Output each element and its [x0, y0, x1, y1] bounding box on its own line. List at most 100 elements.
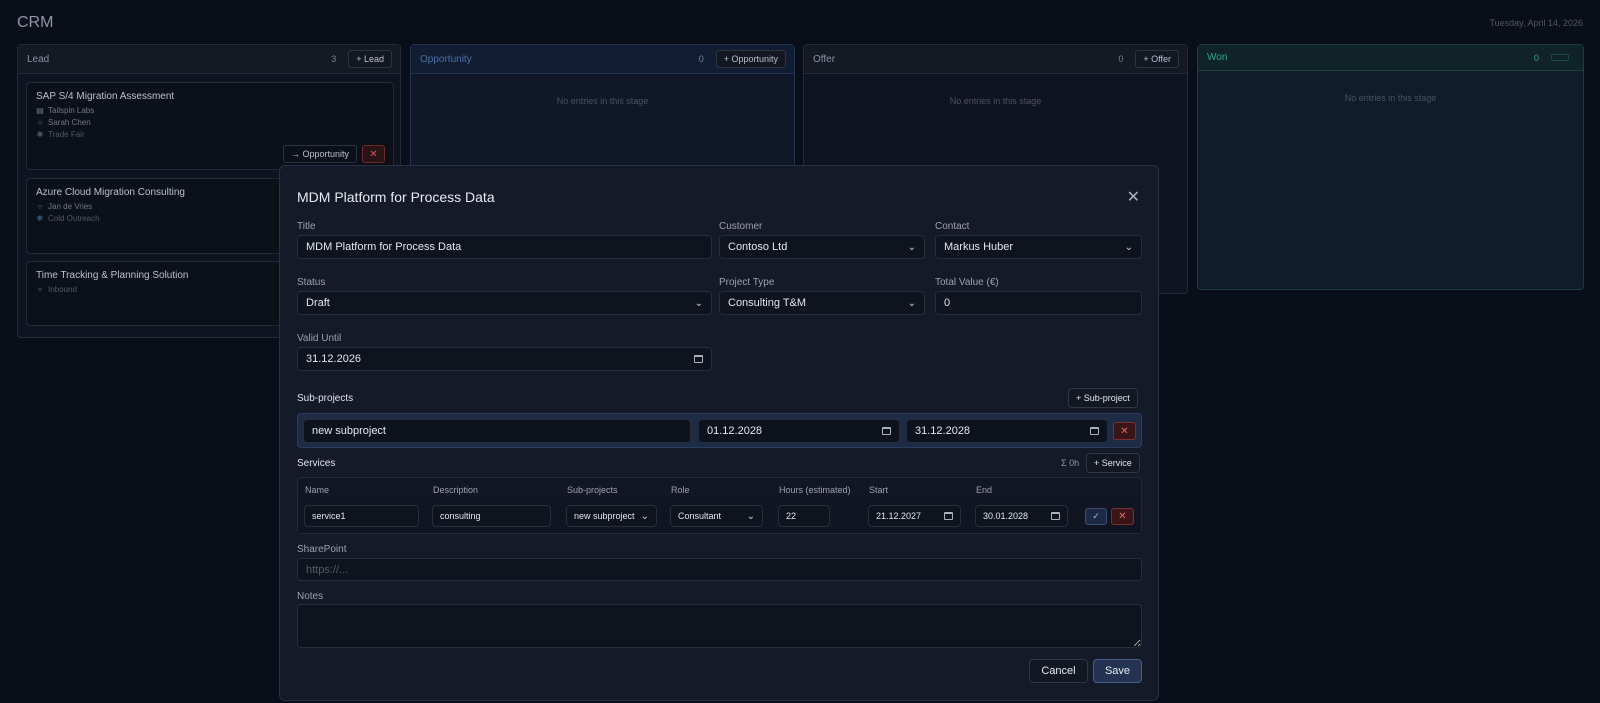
subproject-end: 31.12.2028	[915, 425, 971, 437]
save-button[interactable]: Save	[1093, 659, 1142, 683]
move-to-opportunity-button[interactable]: → Opportunity	[282, 145, 357, 163]
add-subproject-button[interactable]: + Sub-project	[1068, 388, 1138, 408]
app-title: CRM	[17, 14, 54, 31]
source-name: Inbound	[48, 285, 77, 294]
source-name: Cold Outreach	[48, 214, 100, 223]
customer-select[interactable]: Contoso Ltd ⌄	[719, 235, 925, 259]
contact-name: Jan de Vries	[48, 202, 93, 211]
notes-textarea[interactable]	[297, 604, 1142, 648]
service-end-input[interactable]: 30.01.2028	[975, 505, 1068, 527]
contact-select[interactable]: Markus Huber ⌄	[935, 235, 1142, 259]
service-subproject: new subproject	[574, 511, 635, 521]
total-value-value: 0	[944, 297, 951, 309]
valid-until-label: Valid Until	[297, 333, 342, 344]
subproject-start-input[interactable]: 01.12.2028	[698, 419, 900, 443]
user-icon: ○	[37, 202, 43, 211]
cold-icon: ❄	[36, 214, 44, 223]
calendar-icon[interactable]	[694, 355, 703, 363]
column-header-end: End	[976, 485, 993, 495]
project-type-value: Consulting T&M	[728, 297, 807, 309]
source-icon: ✱	[36, 130, 44, 139]
column-won: Won 0 No entries in this stage	[1197, 44, 1584, 290]
delete-subproject-button[interactable]: ✕	[1113, 422, 1136, 440]
status-label: Status	[297, 277, 326, 288]
column-name: Opportunity	[420, 53, 472, 65]
subproject-end-input[interactable]: 31.12.2028	[906, 419, 1108, 443]
subproject-name: new subproject	[312, 425, 386, 437]
lead-card[interactable]: SAP S/4 Migration Assessment ▤ Tailspin …	[26, 82, 394, 170]
title-label: Title	[297, 221, 316, 232]
service-start-input[interactable]: 21.12.2027	[868, 505, 961, 527]
calendar-icon[interactable]	[882, 427, 891, 435]
valid-until-input[interactable]: 31.12.2026	[297, 347, 712, 371]
add-service-button[interactable]: + Service	[1086, 453, 1140, 473]
column-header: Opportunity 0 + Opportunity	[411, 45, 794, 74]
customer-value: Contoso Ltd	[728, 241, 788, 253]
building-icon: ▤	[36, 106, 44, 115]
column-header: Lead 3 + Lead	[18, 45, 400, 74]
column-count: 3	[331, 54, 337, 64]
services-heading: Services	[297, 458, 336, 469]
calendar-icon[interactable]	[1090, 427, 1099, 435]
add-offer-button[interactable]: + Offer	[1135, 50, 1179, 68]
service-hours: 22	[786, 511, 797, 521]
column-header: Won 0	[1198, 45, 1583, 71]
total-value-label: Total Value (€)	[935, 277, 999, 288]
column-name: Lead	[27, 53, 50, 65]
column-header-description: Description	[433, 485, 479, 495]
service-name-input[interactable]: service1	[304, 505, 419, 527]
card-company: ▤ Tailspin Labs	[36, 105, 384, 117]
source-name: Trade Fair	[48, 130, 85, 139]
close-dialog-button[interactable]: ✕	[1127, 187, 1140, 207]
subprojects-heading: Sub-projects	[297, 393, 354, 404]
project-type-label: Project Type	[719, 277, 775, 288]
card-title: SAP S/4 Migration Assessment	[36, 91, 175, 102]
valid-until-value: 31.12.2026	[306, 353, 362, 365]
column-header-start: Start	[869, 485, 889, 495]
delete-service-button[interactable]: ✕	[1111, 508, 1134, 525]
won-progress-bar	[1551, 54, 1569, 61]
empty-stage-text: No entries in this stage	[556, 96, 649, 106]
total-value-input[interactable]: 0	[935, 291, 1142, 315]
card-source: ✱ Trade Fair	[36, 129, 384, 141]
service-subproject-select[interactable]: new subproject ⌄	[566, 505, 657, 527]
service-description-input[interactable]: consulting	[432, 505, 551, 527]
contact-name: Sarah Chen	[48, 118, 91, 127]
calendar-icon[interactable]	[944, 512, 953, 520]
subproject-name-input[interactable]: new subproject	[303, 419, 691, 443]
calendar-icon[interactable]	[1051, 512, 1060, 520]
notes-label: Notes	[297, 591, 324, 602]
company-name: Tailspin Labs	[48, 106, 95, 115]
current-date: Tuesday, April 14, 2026	[1489, 18, 1583, 28]
column-count: 0	[698, 54, 704, 64]
cancel-button[interactable]: Cancel	[1029, 659, 1088, 683]
chevron-down-icon: ⌄	[694, 297, 703, 309]
add-opportunity-button[interactable]: + Opportunity	[715, 50, 786, 68]
empty-stage-text: No entries in this stage	[949, 96, 1042, 106]
check-icon: ✓	[1092, 511, 1100, 521]
sharepoint-input[interactable]: https://...	[297, 558, 1142, 581]
title-input[interactable]: MDM Platform for Process Data	[297, 235, 712, 259]
card-contact: ○ Sarah Chen	[36, 117, 384, 129]
chevron-down-icon: ⌄	[907, 297, 916, 309]
project-type-select[interactable]: Consulting T&M ⌄	[719, 291, 925, 315]
user-icon: ○	[37, 118, 43, 127]
sharepoint-placeholder: https://...	[306, 563, 349, 576]
column-count: 0	[1533, 52, 1539, 63]
add-lead-button[interactable]: + Lead	[348, 50, 392, 68]
edit-dialog: MDM Platform for Process Data ✕ Title MD…	[279, 165, 1159, 701]
status-select[interactable]: Draft ⌄	[297, 291, 712, 315]
status-value: Draft	[306, 297, 330, 309]
service-role-select[interactable]: Consultant ⌄	[670, 505, 763, 527]
chevron-down-icon: ⌄	[746, 510, 755, 522]
empty-stage-text: No entries in this stage	[1344, 93, 1437, 103]
delete-button[interactable]: ✕	[362, 145, 385, 163]
service-start: 21.12.2027	[876, 511, 922, 521]
title-value: MDM Platform for Process Data	[306, 241, 462, 253]
funnel-icon: ▿	[37, 285, 42, 294]
contact-value: Markus Huber	[944, 241, 1014, 253]
column-count: 0	[1118, 54, 1124, 64]
service-hours-input[interactable]: 22	[778, 505, 830, 527]
service-end: 30.01.2028	[983, 511, 1029, 521]
confirm-service-button[interactable]: ✓	[1085, 508, 1107, 525]
